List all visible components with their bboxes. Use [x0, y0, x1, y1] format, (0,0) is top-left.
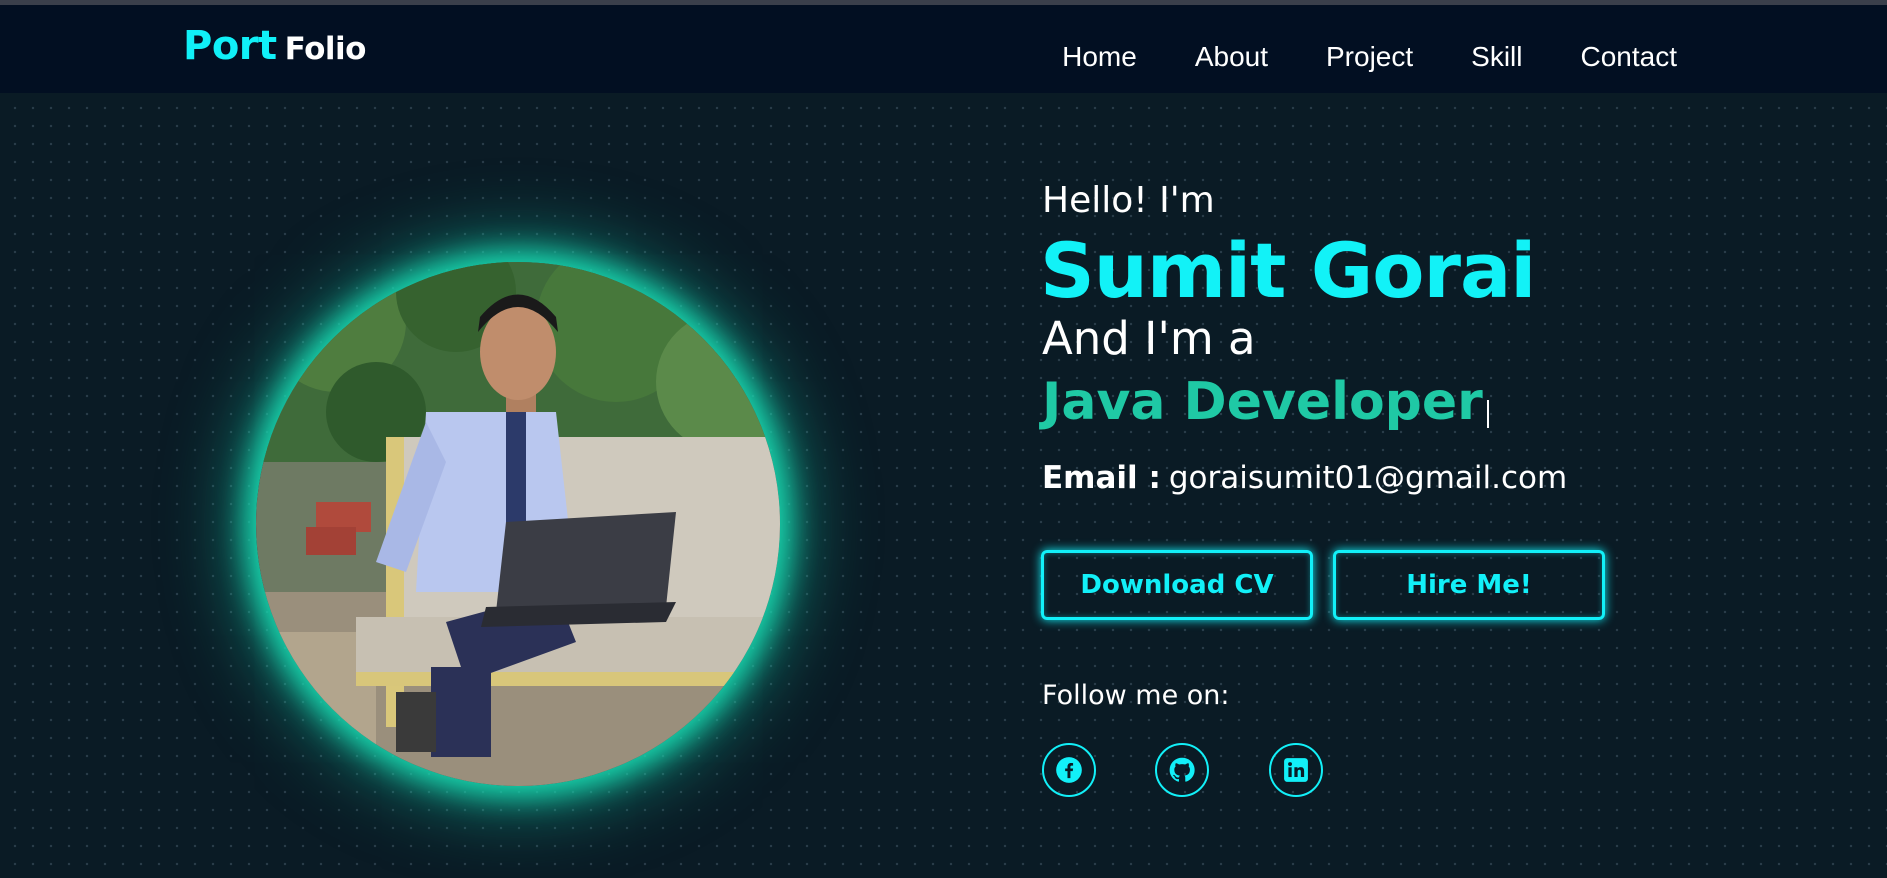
nav-project[interactable]: Project	[1326, 41, 1413, 73]
logo-folio: Folio	[284, 31, 367, 67]
logo-port: Port	[183, 23, 277, 69]
linkedin-link[interactable]	[1269, 743, 1323, 797]
nav-about[interactable]: About	[1195, 41, 1268, 73]
logo[interactable]: Port Folio	[183, 23, 366, 69]
nav-home[interactable]: Home	[1062, 41, 1137, 73]
hire-me-button[interactable]: Hire Me!	[1333, 550, 1605, 620]
facebook-link[interactable]	[1042, 743, 1096, 797]
navbar: Port Folio Home About Project Skill Cont…	[0, 5, 1887, 93]
github-icon	[1169, 757, 1195, 782]
nav-skill[interactable]: Skill	[1471, 41, 1522, 73]
nav-contact[interactable]: Contact	[1581, 41, 1678, 73]
email-label: Email :	[1042, 460, 1161, 496]
intro-text: And I'm a	[1042, 312, 1256, 365]
linkedin-icon	[1284, 758, 1308, 782]
email-value[interactable]: goraisumit01@gmail.com	[1169, 460, 1567, 496]
typing-caret	[1486, 400, 1489, 428]
role-label: Java Developer	[1042, 372, 1483, 432]
profile-photo	[256, 262, 780, 786]
hero-name: Sumit Gorai	[1040, 226, 1536, 315]
follow-label: Follow me on:	[1042, 680, 1230, 711]
github-link[interactable]	[1155, 743, 1209, 797]
main-nav: Home About Project Skill Contact	[1004, 41, 1677, 73]
role-text: Java Developer	[1042, 372, 1489, 432]
facebook-icon	[1056, 757, 1082, 783]
greeting: Hello! I'm	[1042, 180, 1215, 221]
download-cv-button[interactable]: Download CV	[1041, 550, 1313, 620]
email-line: Email : goraisumit01@gmail.com	[1042, 460, 1567, 496]
